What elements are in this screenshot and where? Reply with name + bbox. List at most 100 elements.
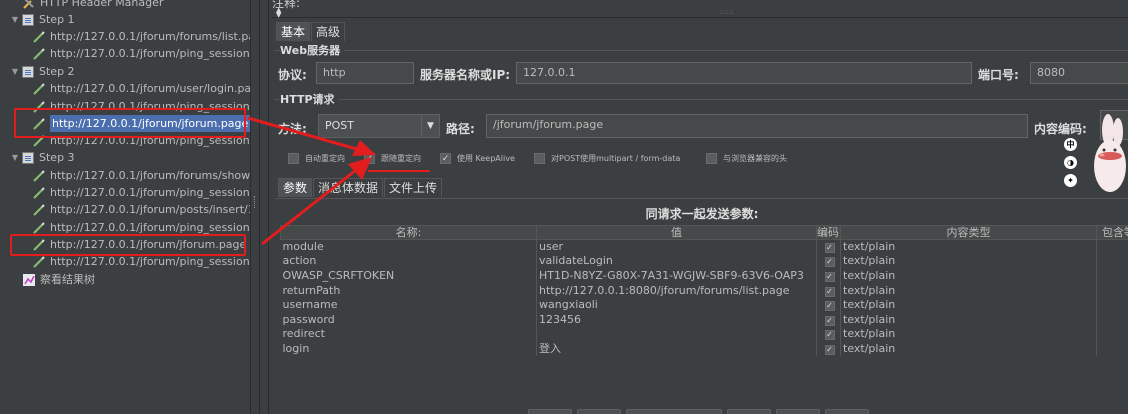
checkbox-box[interactable] <box>706 153 717 164</box>
multipart-checkbox[interactable]: 对POST使用multipart / form-data <box>534 153 680 164</box>
include-equals-cell[interactable]: ✓ <box>1096 283 1128 298</box>
auto-redirect-checkbox[interactable]: 自动重定向 <box>288 153 345 164</box>
collapse-arrows-icon[interactable]: ▲ ▼ <box>276 7 281 19</box>
content-type-cell[interactable]: text/plain <box>840 283 1097 298</box>
chevron-down-icon[interactable]: ▼ <box>421 115 439 137</box>
encode-checkbox[interactable]: ✓ <box>824 243 835 254</box>
content-type-cell[interactable]: text/plain <box>840 312 1097 328</box>
tree-item-sampler[interactable]: http://127.0.0.1/jforum/forums/show/1.pa <box>32 167 250 184</box>
tree-item-sampler[interactable]: http://127.0.0.1/jforum/ping_session.jsp <box>32 45 250 62</box>
port-input[interactable]: 8080 <box>1030 62 1128 84</box>
encode-checkbox[interactable]: ✓ <box>824 286 835 297</box>
param-name-cell[interactable]: password <box>280 312 537 328</box>
protocol-input[interactable]: http <box>316 62 414 84</box>
encode-checkbox[interactable]: ✓ <box>824 330 835 341</box>
column-header-content-type[interactable]: 内容类型 <box>840 225 1097 240</box>
checkbox-box[interactable]: ✓ <box>440 153 451 164</box>
tab-body-data[interactable]: 消息体数据 <box>313 178 384 197</box>
encode-cell[interactable]: ✓ <box>816 312 841 328</box>
table-row[interactable]: module user ✓ text/plain ✓ <box>280 239 1128 255</box>
param-name-cell[interactable]: module <box>280 239 537 255</box>
table-row[interactable]: redirect ✓ text/plain ✓ <box>280 327 1128 342</box>
tab-file-upload[interactable]: 文件上传 <box>384 178 443 197</box>
action-button[interactable] <box>626 409 722 414</box>
tab-parameters[interactable]: 参数 <box>278 178 313 197</box>
content-type-cell[interactable]: text/plain <box>840 254 1097 269</box>
checkbox-box[interactable]: ✓ <box>364 153 375 164</box>
tree-item-step-1[interactable]: ▼ Step 1 <box>10 11 75 28</box>
encode-cell[interactable]: ✓ <box>816 297 841 313</box>
param-name-cell[interactable]: OWASP_CSRFTOKEN <box>280 268 537 284</box>
tree-item-header-manager[interactable]: HTTP Header Manager <box>22 0 163 11</box>
tree-item-sampler[interactable]: http://127.0.0.1/jforum/user/login.page;… <box>32 80 250 97</box>
encode-cell[interactable]: ✓ <box>816 254 841 269</box>
param-value-cell[interactable] <box>536 327 817 342</box>
param-name-cell[interactable]: action <box>280 254 537 269</box>
encode-cell[interactable]: ✓ <box>816 283 841 298</box>
encode-cell[interactable]: ✓ <box>816 327 841 342</box>
content-type-cell[interactable]: text/plain <box>840 297 1097 313</box>
content-type-cell[interactable]: text/plain <box>840 239 1097 255</box>
table-row[interactable]: password 123456 ✓ text/plain ✓ <box>280 312 1128 328</box>
param-value-cell[interactable]: 123456 <box>536 312 817 328</box>
param-name-cell[interactable]: username <box>280 297 537 313</box>
include-equals-cell[interactable]: ✓ <box>1096 341 1128 357</box>
param-value-cell[interactable]: validateLogin <box>536 254 817 269</box>
action-button[interactable] <box>825 409 869 414</box>
tree-item-sampler[interactable]: http://127.0.0.1/jforum/ping_session.jsp <box>32 184 250 201</box>
encode-cell[interactable]: ✓ <box>816 341 841 357</box>
param-value-cell[interactable]: HT1D-N8YZ-G80X-7A31-WGJW-SBF9-63V6-OAP3 <box>536 268 817 284</box>
ime-mode-button[interactable]: 中 <box>1064 138 1077 151</box>
tree-item-result-tree[interactable]: 察看结果树 <box>22 271 95 288</box>
encode-checkbox[interactable]: ✓ <box>824 344 835 355</box>
param-value-cell[interactable]: 登入 <box>536 341 817 357</box>
method-select[interactable]: POST ▼ <box>318 114 440 138</box>
action-button[interactable] <box>776 409 820 414</box>
action-button[interactable] <box>577 409 621 414</box>
encode-checkbox[interactable]: ✓ <box>824 301 835 312</box>
table-row[interactable]: username wangxiaoli ✓ text/plain ✓ <box>280 297 1128 313</box>
server-name-input[interactable]: 127.0.0.1 <box>516 62 972 84</box>
include-equals-cell[interactable]: ✓ <box>1096 297 1128 313</box>
column-header-encode[interactable]: 编码? <box>816 225 841 240</box>
param-value-cell[interactable]: user <box>536 239 817 255</box>
collapse-bar[interactable]: ▲ ▼ ∴∴∴ <box>272 6 1128 19</box>
tab-advanced[interactable]: 高级 <box>311 22 346 41</box>
path-input[interactable]: /jforum/jforum.page <box>486 114 1028 138</box>
split-pane-divider[interactable] <box>250 0 260 414</box>
include-equals-cell[interactable]: ✓ <box>1096 327 1128 342</box>
encode-cell[interactable]: ✓ <box>816 239 841 255</box>
include-equals-cell[interactable]: ✓ <box>1096 239 1128 255</box>
param-name-cell[interactable]: redirect <box>280 327 537 342</box>
column-header-include-equals[interactable]: 包含等 <box>1096 225 1128 240</box>
tree-item-sampler[interactable]: http://127.0.0.1/jforum/posts/insert/1.p… <box>32 201 250 218</box>
include-equals-cell[interactable]: ✓ <box>1096 254 1128 269</box>
param-name-cell[interactable]: returnPath <box>280 283 537 298</box>
column-header-value[interactable]: 值 <box>536 225 817 240</box>
encode-checkbox[interactable]: ✓ <box>824 257 835 268</box>
column-header-name[interactable]: 名称: <box>280 225 537 240</box>
encode-cell[interactable]: ✓ <box>816 268 841 284</box>
ime-punct-button[interactable]: ◑ <box>1064 156 1077 169</box>
expand-arrow-icon[interactable]: ▼ <box>10 11 20 28</box>
browser-headers-checkbox[interactable]: 与浏览器兼容的头 <box>706 153 787 164</box>
param-name-cell[interactable]: login <box>280 341 537 357</box>
expand-arrow-icon[interactable]: ▼ <box>10 149 20 166</box>
table-row[interactable]: OWASP_CSRFTOKEN HT1D-N8YZ-G80X-7A31-WGJW… <box>280 268 1128 284</box>
action-button[interactable] <box>528 409 572 414</box>
content-type-cell[interactable]: text/plain <box>840 341 1097 357</box>
tree-item-step-2[interactable]: ▼ Step 2 <box>10 63 75 80</box>
param-value-cell[interactable]: http://127.0.0.1:8080/jforum/forums/list… <box>536 283 817 298</box>
tree-item-sampler[interactable]: http://127.0.0.1/jforum/forums/list.page <box>32 28 250 45</box>
action-button[interactable] <box>727 409 771 414</box>
table-row[interactable]: login 登入 ✓ text/plain ✓ <box>280 341 1128 357</box>
checkbox-box[interactable] <box>288 153 299 164</box>
content-type-cell[interactable]: text/plain <box>840 327 1097 342</box>
keepalive-checkbox[interactable]: ✓ 使用 KeepAlive <box>440 153 515 164</box>
encode-checkbox[interactable]: ✓ <box>824 271 835 282</box>
tab-basic[interactable]: 基本 <box>276 22 311 41</box>
ime-settings-icon[interactable]: ✦ <box>1064 174 1077 187</box>
param-value-cell[interactable]: wangxiaoli <box>536 297 817 313</box>
table-row[interactable]: returnPath http://127.0.0.1:8080/jforum/… <box>280 283 1128 298</box>
checkbox-box[interactable] <box>534 153 545 164</box>
